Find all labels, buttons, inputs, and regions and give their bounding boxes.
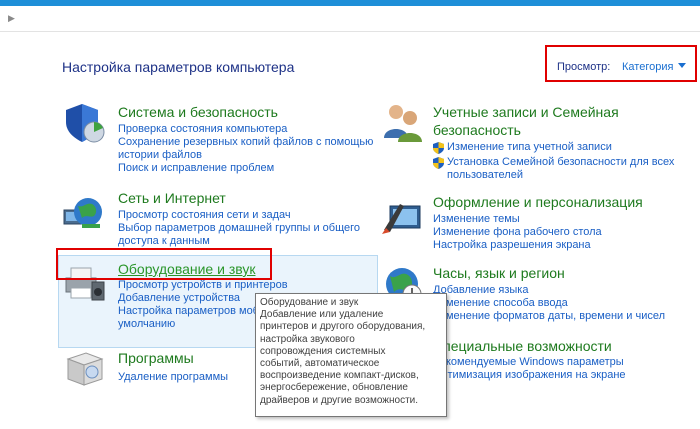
category-title-appearance[interactable]: Оформление и персонализация	[433, 194, 643, 210]
view-by-selector[interactable]: Просмотр: Категория	[545, 45, 697, 82]
page-title: Настройка параметров компьютера	[62, 59, 295, 75]
chevron-down-icon[interactable]	[678, 63, 686, 68]
uac-shield-icon	[433, 157, 444, 169]
link-change-wallpaper[interactable]: Изменение фона рабочего стола	[433, 226, 602, 239]
link-change-input-method[interactable]: Изменение способа ввода	[433, 297, 665, 310]
category-title-programs[interactable]: Программы	[118, 350, 194, 366]
category-title-accounts-line1[interactable]: Учетные записи и Семейная	[433, 104, 619, 120]
tooltip-line: принтеров и другого оборудования,	[260, 321, 426, 333]
link-screen-resolution[interactable]: Настройка разрешения экрана	[433, 239, 602, 252]
link-uninstall-program[interactable]: Удаление программы	[118, 371, 228, 384]
link-add-language[interactable]: Добавление языка	[433, 284, 665, 297]
users-icon	[384, 105, 422, 142]
paintbrush-monitor-icon	[382, 204, 421, 234]
uac-shield-icon	[433, 142, 444, 154]
link-network-status[interactable]: Просмотр состояния сети и задач	[118, 209, 360, 222]
link-homegroup-options-cont[interactable]: доступа к данным	[118, 235, 360, 248]
link-recommended-settings[interactable]: Рекомендуемые Windows параметры	[433, 356, 626, 369]
link-optimize-display[interactable]: Оптимизация изображения на экране	[433, 369, 626, 382]
hardware-tooltip: Оборудование и звук Добавление или удале…	[255, 293, 447, 417]
link-change-date-formats[interactable]: Изменение форматов даты, времени и чисел	[433, 310, 665, 323]
category-title-network[interactable]: Сеть и Интернет	[118, 190, 226, 206]
tooltip-line: Оборудование и звук	[260, 297, 359, 308]
link-change-theme[interactable]: Изменение темы	[433, 213, 602, 226]
link-family-safety-cont[interactable]: пользователей	[433, 169, 674, 182]
tooltip-line: воспроизведение компакт-дисков,	[260, 370, 419, 382]
link-file-history-backup-cont[interactable]: истории файлов	[118, 149, 373, 162]
link-check-computer-status[interactable]: Проверка состояния компьютера	[118, 123, 373, 136]
category-title-system[interactable]: Система и безопасность	[118, 104, 278, 120]
link-homegroup-options[interactable]: Выбор параметров домашней группы и общег…	[118, 222, 360, 235]
link-devices-printers[interactable]: Просмотр устройств и принтеров	[118, 279, 400, 292]
link-troubleshoot[interactable]: Поиск и исправление проблем	[118, 162, 373, 175]
link-change-account-type[interactable]: Изменение типа учетной записи	[447, 141, 612, 153]
hardware-category-highlight	[56, 248, 272, 280]
tooltip-line: сопровождения системных	[260, 345, 386, 357]
category-title-accounts-line2[interactable]: безопасность	[433, 122, 521, 138]
link-family-safety[interactable]: Установка Семейной безопасности для всех	[447, 156, 674, 168]
tooltip-line: событий, автоматическое	[260, 358, 380, 370]
view-by-dropdown[interactable]: Категория	[622, 61, 673, 73]
category-title-ease[interactable]: Специальные возможности	[433, 338, 612, 354]
shield-chart-icon	[66, 104, 105, 143]
program-box-icon	[66, 352, 104, 386]
globe-network-icon	[63, 198, 102, 228]
tooltip-line: энергосбережение, обновление	[260, 382, 408, 394]
breadcrumb-arrow-icon[interactable]: ▶	[8, 13, 15, 24]
tooltip-line: Добавление или удаление	[260, 309, 384, 321]
tooltip-line: настройка звукового	[260, 333, 355, 345]
link-file-history-backup[interactable]: Сохранение резервных копий файлов с помо…	[118, 136, 373, 149]
view-by-label: Просмотр:	[557, 61, 611, 73]
tooltip-line: драйверов и другие возможности.	[260, 394, 419, 406]
navigation-bar: ▶	[0, 6, 700, 32]
category-title-clock[interactable]: Часы, язык и регион	[433, 265, 565, 281]
